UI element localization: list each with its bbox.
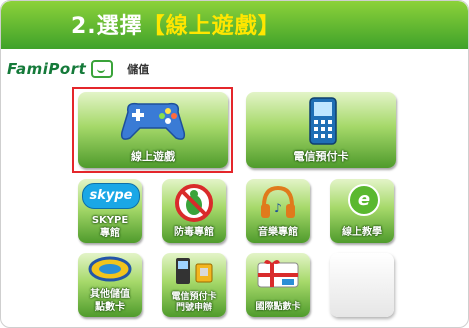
storefront-panel: 2.選擇【線上遊戲】 FamiPort 儲值 線上遊戲 電信預付卡 skype … <box>0 0 469 328</box>
step-title: 2.選擇【線上遊戲】 <box>71 8 281 40</box>
tile-skype[interactable]: skype SKYPE 專館 <box>78 179 142 243</box>
step-header: 2.選擇【線上遊戲】 <box>1 1 468 49</box>
elearning-logo-icon: e <box>348 184 380 216</box>
smile-logo-icon <box>91 60 114 78</box>
tile-skype-label-1: SKYPE <box>91 215 129 226</box>
tile-other-stored-value[interactable]: 其他儲值 點數卡 <box>78 253 142 317</box>
tile-other-label-1: 其他儲值 <box>90 289 130 300</box>
step-label: 2.選擇 <box>71 14 143 39</box>
brand-subtitle: 儲值 <box>127 63 150 76</box>
skype-logo-icon: skype <box>82 183 140 209</box>
coin-card-icon <box>88 256 132 282</box>
tile-telecom-prepaid-label: 電信預付卡 <box>293 150 349 163</box>
svg-text:♪: ♪ <box>274 201 282 215</box>
tile-telecom-prepaid[interactable]: 電信預付卡 <box>246 92 396 168</box>
famiport-logo: FamiPort 儲值 <box>7 59 149 79</box>
tile-elearning-label: 線上教學 <box>342 227 382 238</box>
gift-card-icon <box>257 260 299 288</box>
tile-intl-card-label: 國際點數卡 <box>255 302 301 312</box>
tile-antivirus-label: 防毒專館 <box>174 227 214 238</box>
tile-other-label-2: 點數卡 <box>95 302 125 313</box>
tile-elearning[interactable]: e 線上教學 <box>330 179 394 243</box>
tile-telecom-apply[interactable]: 電信預付卡 門號申辦 <box>162 253 226 317</box>
tile-music-label: 音樂專館 <box>258 227 298 238</box>
headphones-icon: ♪ <box>261 185 295 218</box>
no-bug-icon <box>175 184 213 222</box>
tile-antivirus[interactable]: 防毒專館 <box>162 179 226 243</box>
phone-sim-icon <box>176 258 213 284</box>
tile-music[interactable]: ♪ 音樂專館 <box>246 179 310 243</box>
mobile-phone-icon <box>309 97 337 145</box>
selection-highlight <box>72 87 233 173</box>
tile-skype-label-2: 專館 <box>100 228 120 239</box>
tile-telecom-apply-label-2: 門號申辦 <box>175 303 212 313</box>
brand-name: FamiPort <box>7 60 87 78</box>
tile-intl-card[interactable]: 國際點數卡 <box>246 253 310 317</box>
tile-empty-slot <box>330 253 394 317</box>
step-highlight: 【線上遊戲】 <box>142 14 281 39</box>
